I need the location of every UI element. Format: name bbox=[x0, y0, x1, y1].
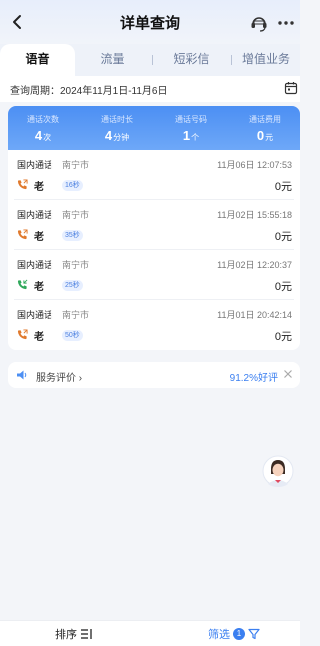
customer-service-button[interactable] bbox=[248, 12, 270, 34]
call-type: 国内通话 bbox=[17, 160, 54, 170]
stat-label: 通话费用 bbox=[249, 115, 281, 124]
phone-outgoing-icon bbox=[17, 229, 28, 240]
back-button[interactable] bbox=[8, 10, 28, 34]
stat-number: 0 bbox=[256, 128, 265, 143]
filter-label: 筛选 bbox=[208, 629, 230, 641]
call-city: 南宁市 bbox=[62, 260, 90, 270]
call-fee: 0元 bbox=[274, 231, 292, 243]
calendar-button[interactable] bbox=[284, 81, 298, 95]
call-type: 国内通话 bbox=[17, 210, 54, 220]
contact-name: 老 bbox=[34, 182, 44, 193]
bottom-action-bar: 排序 筛选 1 bbox=[0, 620, 300, 646]
filter-count-badge: 1 bbox=[233, 628, 245, 640]
tab-voice[interactable]: 语音 bbox=[0, 44, 75, 76]
summary-card: 通话次数 4次 通话时长 4分钟 通话号码 1个 通话费用 0元 bbox=[8, 106, 300, 150]
call-time: 11月01日 20:42:14 bbox=[217, 310, 292, 320]
tab-value-added[interactable]: 增值业务 bbox=[232, 44, 300, 76]
header-bar: 详单查询 bbox=[0, 0, 300, 44]
sort-label: 排序 bbox=[55, 629, 77, 641]
tab-divider bbox=[152, 55, 153, 65]
query-period-text: 查询周期：2024年11月1日-11月6日 bbox=[10, 86, 168, 97]
call-time: 11月02日 15:55:18 bbox=[217, 210, 292, 220]
call-type: 国内通话 bbox=[17, 260, 54, 270]
call-record-list: 国内通话 南宁市 11月06日 12:07:53 老 16秒 0元 国内通话 南… bbox=[8, 150, 300, 350]
stat-number: 1 bbox=[182, 128, 191, 143]
stat-label: 通话号码 bbox=[175, 115, 207, 124]
phone-outgoing-icon bbox=[17, 329, 28, 340]
positive-rating-text: 91.2%好评 bbox=[229, 373, 278, 384]
phone-outgoing-icon bbox=[17, 179, 28, 190]
speaker-icon bbox=[17, 370, 27, 380]
stat-unit: 元 bbox=[265, 133, 274, 142]
stat-number: 4 bbox=[34, 128, 43, 143]
call-fee: 0元 bbox=[274, 281, 292, 293]
stat-value: 0元 bbox=[230, 128, 300, 143]
call-record-row[interactable]: 国内通话 南宁市 11月02日 12:20:37 老 25秒 0元 bbox=[8, 250, 300, 300]
duration-badge: 35秒 bbox=[62, 230, 83, 241]
stat-value: 4分钟 bbox=[82, 128, 152, 143]
privacy-mask bbox=[51, 206, 61, 242]
calendar-icon bbox=[284, 82, 298, 95]
assistant-avatar-icon bbox=[262, 455, 294, 487]
close-icon[interactable] bbox=[282, 368, 294, 380]
filter-button[interactable]: 筛选 1 bbox=[208, 627, 260, 641]
tab-data[interactable]: 流量 bbox=[75, 44, 150, 76]
stat-value: 1个 bbox=[156, 128, 226, 143]
call-fee: 0元 bbox=[274, 181, 292, 193]
tab-bar: 语音 流量 短彩信 增值业务 bbox=[0, 44, 300, 76]
stat-unit: 次 bbox=[43, 133, 52, 142]
privacy-mask bbox=[51, 156, 61, 170]
duration-badge: 50秒 bbox=[62, 330, 83, 341]
call-city: 南宁市 bbox=[62, 160, 90, 170]
call-record-row[interactable]: 国内通话 南宁市 11月01日 20:42:14 老 50秒 0元 bbox=[8, 300, 300, 350]
stat-label: 通话时长 bbox=[101, 115, 133, 124]
assistant-avatar-button[interactable] bbox=[262, 454, 294, 488]
stat-unit: 分钟 bbox=[113, 133, 130, 142]
call-city: 南宁市 bbox=[62, 210, 90, 220]
call-fee: 0元 bbox=[274, 331, 292, 343]
contact-name: 老 bbox=[34, 332, 44, 343]
stat-label: 通话次数 bbox=[27, 115, 59, 124]
more-dots-icon bbox=[278, 21, 294, 25]
call-record-row[interactable]: 国内通话 南宁市 11月02日 15:55:18 老 35秒 0元 bbox=[8, 200, 300, 250]
contact-name: 老 bbox=[34, 282, 44, 293]
privacy-mask bbox=[51, 256, 61, 292]
stat-number: 4 bbox=[104, 128, 113, 143]
service-feedback-label[interactable]: 服务评价 › bbox=[36, 369, 82, 384]
privacy-mask bbox=[51, 306, 61, 342]
duration-badge: 25秒 bbox=[62, 280, 83, 291]
contact-name: 老 bbox=[34, 232, 44, 243]
duration-badge: 16秒 bbox=[62, 180, 83, 191]
sort-button[interactable]: 排序 bbox=[55, 627, 94, 641]
phone-incoming-icon bbox=[17, 279, 28, 290]
query-period-row: 查询周期：2024年11月1日-11月6日 bbox=[0, 76, 300, 102]
call-record-row[interactable]: 国内通话 南宁市 11月06日 12:07:53 老 16秒 0元 bbox=[8, 150, 300, 200]
sort-icon bbox=[81, 629, 92, 639]
more-button[interactable] bbox=[276, 13, 296, 33]
filter-funnel-icon bbox=[248, 628, 260, 640]
customer-service-icon bbox=[251, 17, 267, 32]
stat-unit: 个 bbox=[191, 133, 200, 142]
call-time: 11月06日 12:07:53 bbox=[217, 160, 292, 170]
call-time: 11月02日 12:20:37 bbox=[217, 260, 292, 270]
service-feedback-bar[interactable]: 服务评价 › 91.2%好评 bbox=[8, 362, 300, 388]
call-type: 国内通话 bbox=[17, 310, 54, 320]
chevron-left-icon bbox=[13, 15, 21, 29]
tab-sms[interactable]: 短彩信 bbox=[154, 44, 229, 76]
stat-value: 4次 bbox=[8, 128, 78, 143]
call-city: 南宁市 bbox=[62, 310, 90, 320]
